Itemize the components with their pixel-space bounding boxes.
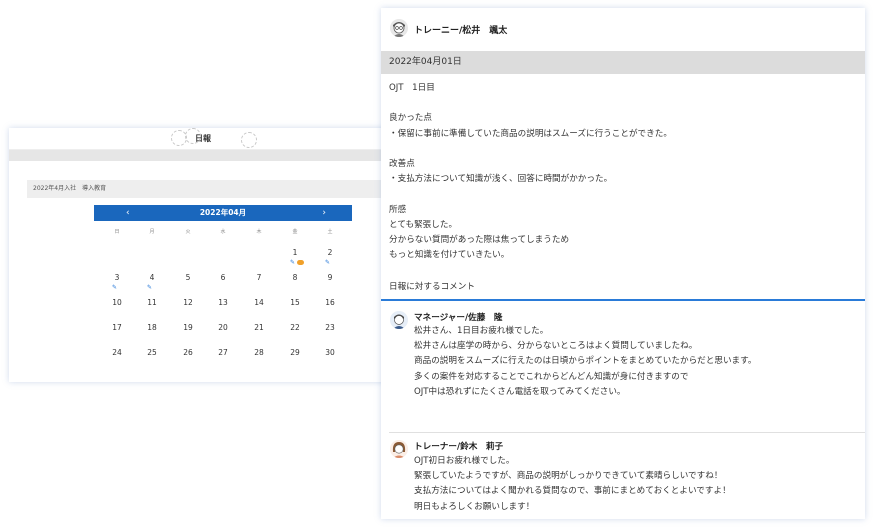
calendar-day[interactable]: 1 xyxy=(285,248,305,257)
comment-marker-icon xyxy=(297,260,304,265)
comment-author: トレーナー/鈴木 莉子 xyxy=(414,442,504,452)
calendar-day[interactable]: 19 xyxy=(178,323,198,332)
weekday-label: 金 xyxy=(292,229,298,235)
prev-month-button[interactable]: ‹ xyxy=(126,205,130,221)
calendar-day[interactable]: 10 xyxy=(107,298,127,307)
calendar-divider xyxy=(9,150,397,161)
calendar-day[interactable]: 27 xyxy=(213,348,233,357)
calendar-day[interactable]: 30 xyxy=(320,348,340,357)
calendar-day[interactable]: 13 xyxy=(213,298,233,307)
avatar-icon xyxy=(390,311,408,329)
calendar-day[interactable]: 2 xyxy=(320,248,340,257)
calendar-day[interactable]: 29 xyxy=(285,348,305,357)
weekday-label: 日 xyxy=(114,229,120,235)
diary-body: OJT 1日目 良かった点 ・保留に事前に準備していた商品の説明はスムーズに行う… xyxy=(389,83,672,261)
avatar-icon xyxy=(390,440,408,458)
calendar-day[interactable]: 8 xyxy=(285,273,305,282)
pen-icon[interactable]: ✎ xyxy=(147,284,152,291)
diary-date: 2022年04月01日 xyxy=(381,51,865,74)
course-label: 2022年4月入社 導入教育 xyxy=(27,180,397,198)
comment-author: マネージャー/佐藤 隆 xyxy=(414,313,503,323)
calendar-day[interactable]: 4 xyxy=(142,273,162,282)
calendar-day[interactable]: 7 xyxy=(249,273,269,282)
comment-body: OJT初日お疲れ様でした。 緊張していたようですが、商品の説明がしっかりできてい… xyxy=(414,456,731,512)
comment-body: 松井さん、1日目お疲れ様でした。 松井さんは座学の時から、分からないところはよく… xyxy=(414,326,757,397)
weekday-label: 土 xyxy=(327,229,333,235)
calendar-day[interactable]: 12 xyxy=(178,298,198,307)
calendar-day[interactable]: 9 xyxy=(320,273,340,282)
calendar-day[interactable]: 26 xyxy=(178,348,198,357)
decoration-circle-icon xyxy=(241,132,257,148)
calendar-day[interactable]: 20 xyxy=(213,323,233,332)
decoration-circle-icon xyxy=(185,128,201,144)
calendar-day[interactable]: 3 xyxy=(107,273,127,282)
calendar-day[interactable]: 16 xyxy=(320,298,340,307)
pen-icon[interactable]: ✎ xyxy=(325,259,330,266)
pen-icon[interactable]: ✎ xyxy=(290,259,295,266)
calendar-day[interactable]: 18 xyxy=(142,323,162,332)
calendar-day[interactable]: 6 xyxy=(213,273,233,282)
diary-author: トレーニー/松井 颯太 xyxy=(414,26,508,36)
calendar-day[interactable]: 23 xyxy=(320,323,340,332)
weekday-label: 水 xyxy=(220,229,226,235)
pen-icon[interactable]: ✎ xyxy=(112,284,117,291)
next-month-button[interactable]: › xyxy=(322,205,326,221)
month-label: 2022年04月 xyxy=(199,208,247,217)
avatar-icon xyxy=(390,19,408,37)
calendar-day[interactable]: 28 xyxy=(249,348,269,357)
weekday-label: 木 xyxy=(256,229,262,235)
calendar-header: 日報 xyxy=(9,128,397,150)
weekday-label: 火 xyxy=(185,229,191,235)
comment-separator xyxy=(389,432,865,433)
calendar-day[interactable]: 5 xyxy=(178,273,198,282)
calendar-day[interactable]: 17 xyxy=(107,323,127,332)
diary-header: トレーニー/松井 颯太 xyxy=(381,8,865,50)
calendar-day[interactable]: 22 xyxy=(285,323,305,332)
calendar-day[interactable]: 24 xyxy=(107,348,127,357)
comments-divider xyxy=(381,299,865,301)
calendar-day[interactable]: 15 xyxy=(285,298,305,307)
calendar-day[interactable]: 14 xyxy=(249,298,269,307)
calendar-day[interactable]: 21 xyxy=(249,323,269,332)
calendar-day[interactable]: 25 xyxy=(142,348,162,357)
weekday-label: 月 xyxy=(149,229,155,235)
comments-title: 日報に対するコメント xyxy=(389,282,475,292)
month-navigator: ‹ 2022年04月 › xyxy=(94,205,352,221)
calendar-day[interactable]: 11 xyxy=(142,298,162,307)
diary-card: トレーニー/松井 颯太 2022年04月01日 OJT 1日目 良かった点 ・保… xyxy=(381,8,865,519)
calendar-card: 日報 2022年4月入社 導入教育 ‹ 2022年04月 › 日月火水木金土12… xyxy=(9,128,397,382)
